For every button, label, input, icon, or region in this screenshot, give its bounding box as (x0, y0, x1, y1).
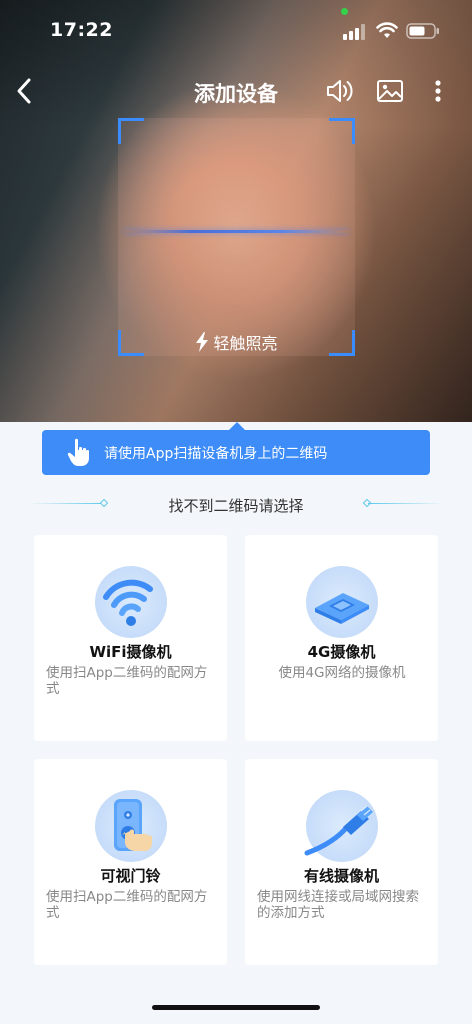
qr-scan-frame: 轻触照亮 (118, 118, 355, 356)
wifi-camera-card[interactable]: WiFi摄像机 使用扫App二维码的配网方式 (34, 535, 227, 741)
ethernet-cable-icon (304, 790, 378, 862)
battery-icon (406, 23, 439, 39)
wifi-camera-desc: 使用扫App二维码的配网方式 (46, 665, 208, 697)
divider-line-right (368, 503, 444, 504)
sim-card-icon (306, 566, 378, 638)
flashlight-button[interactable]: 轻触照亮 (118, 330, 355, 354)
home-indicator[interactable] (152, 1005, 320, 1010)
speaker-icon (327, 80, 353, 102)
video-doorbell-card[interactable]: 可视门铃 使用扫App二维码的配网方式 (34, 759, 227, 965)
device-type-panel: 请使用App扫描设备机身上的二维码 找不到二维码请选择 WiFi摄像机 使用扫A… (0, 422, 472, 1024)
alternative-divider: 找不到二维码请选择 (0, 492, 472, 516)
wifi-camera-icon (95, 566, 167, 638)
wifi-status-icon (376, 22, 398, 38)
wifi-camera-title: WiFi摄像机 (89, 643, 172, 661)
doorbell-icon (95, 790, 167, 862)
wired-camera-card[interactable]: 有线摄像机 使用网线连接或局域网搜索的添加方式 (245, 759, 438, 965)
scan-tip-banner: 请使用App扫描设备机身上的二维码 (42, 430, 430, 475)
status-bar: 17:22 (0, 0, 472, 60)
wired-camera-title: 有线摄像机 (303, 867, 379, 885)
4g-camera-card[interactable]: 4G摄像机 使用4G网络的摄像机 (245, 535, 438, 741)
image-icon (377, 80, 403, 102)
wired-camera-desc: 使用网线连接或局域网搜索的添加方式 (257, 889, 419, 921)
scan-corner-top-right (329, 118, 355, 144)
4g-camera-title: 4G摄像机 (307, 643, 376, 661)
hand-pointer-icon (67, 438, 89, 466)
sound-button[interactable] (324, 76, 356, 106)
scan-corner-top-left (118, 118, 144, 144)
flashlight-label: 轻触照亮 (213, 334, 278, 353)
scan-line (124, 230, 349, 233)
scan-tip-text: 请使用App扫描设备机身上的二维码 (104, 446, 328, 462)
more-button[interactable] (426, 76, 450, 106)
divider-text: 找不到二维码请选择 (168, 497, 304, 515)
4g-camera-desc: 使用4G网络的摄像机 (278, 665, 406, 681)
tip-arrow (229, 422, 245, 430)
video-doorbell-desc: 使用扫App二维码的配网方式 (46, 889, 208, 921)
camera-indicator-dot (341, 8, 348, 15)
video-doorbell-title: 可视门铃 (100, 867, 161, 885)
navigation-bar: 添加设备 (0, 66, 472, 116)
more-vertical-icon (435, 80, 441, 102)
lightning-icon (196, 332, 209, 352)
status-time: 17:22 (50, 19, 113, 41)
cellular-signal-icon (343, 24, 365, 40)
album-button[interactable] (374, 76, 406, 106)
